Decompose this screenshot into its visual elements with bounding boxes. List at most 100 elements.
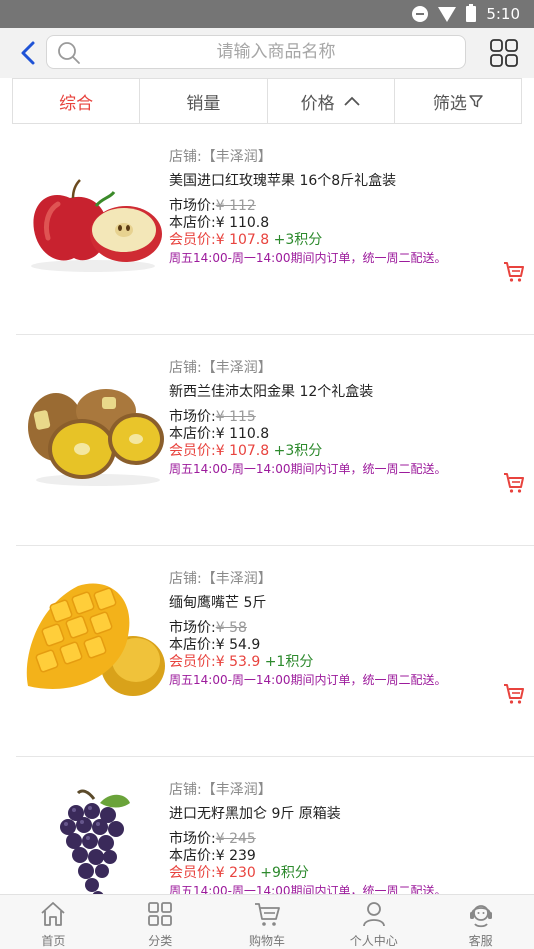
sort-tab-label: 销量 — [186, 93, 221, 114]
member-price: ¥ 230 — [215, 865, 256, 881]
market-price-label: 市场价: — [169, 831, 216, 847]
points-badge: +9积分 — [260, 865, 309, 881]
member-price-label: 会员价: — [169, 865, 216, 881]
status-bar: 5:10 — [0, 0, 534, 28]
member-price-label: 会员价: — [169, 443, 216, 459]
product-info: 店铺:【丰泽润】 缅甸鹰嘴芒 5斤 市场价:¥ 58 本店价:¥ 54.9 会员… — [169, 570, 529, 689]
back-arrow-icon[interactable] — [16, 40, 42, 66]
product-card[interactable]: 店铺:【丰泽润】 新西兰佳沛太阳金果 12个礼盒装 市场价:¥ 115 本店价:… — [16, 335, 534, 546]
sort-tab-comprehensive[interactable]: 综合 — [13, 79, 141, 123]
market-price-row: 市场价:¥ 115 — [169, 409, 529, 426]
product-list: 店铺:【丰泽润】 美国进口红玫瑰苹果 16个8斤礼盒装 市场价:¥ 112 本店… — [0, 124, 534, 894]
member-price-label: 会员价: — [169, 654, 216, 670]
sort-tab-filter[interactable]: 筛选 — [395, 79, 521, 123]
cart-icon — [254, 903, 280, 926]
member-price-row: 会员价:¥ 230 +9积分 — [169, 865, 529, 882]
delivery-note: 周五14:00-周一14:00期间内订单，统一周二配送。 — [169, 251, 447, 265]
sort-tab-price[interactable]: 价格 — [268, 79, 395, 123]
store-price: ¥ 110.8 — [215, 426, 270, 442]
market-price-label: 市场价: — [169, 198, 216, 214]
delivery-note: 周五14:00-周一14:00期间内订单，统一周二配送。 — [169, 673, 447, 687]
sort-tab-label: 综合 — [59, 93, 94, 114]
store-price: ¥ 54.9 — [215, 637, 261, 653]
tab-label: 客服 — [468, 934, 493, 948]
shop-name[interactable]: 店铺:【丰泽润】 — [169, 148, 529, 166]
shop-name[interactable]: 店铺:【丰泽润】 — [169, 570, 529, 588]
store-price: ¥ 110.8 — [215, 215, 270, 231]
do-not-disturb-icon — [412, 6, 429, 22]
delivery-note: 周五14:00-周一14:00期间内订单，统一周二配送。 — [169, 462, 447, 476]
sort-tab-label: 筛选 — [432, 93, 467, 114]
tab-label: 个人中心 — [349, 934, 398, 948]
chevron-up-icon — [343, 96, 360, 106]
store-price-label: 本店价: — [169, 215, 216, 231]
store-price-label: 本店价: — [169, 848, 216, 864]
points-badge: +3积分 — [273, 232, 323, 248]
product-image-apple[interactable] — [18, 154, 168, 284]
market-price-row: 市场价:¥ 112 — [169, 198, 529, 215]
store-price-row: 本店价:¥ 239 — [169, 848, 529, 865]
wifi-icon — [438, 7, 457, 22]
tab-category[interactable]: 分类 — [107, 895, 214, 949]
battery-icon — [466, 4, 477, 22]
home-icon — [41, 902, 65, 926]
status-time: 5:10 — [486, 5, 520, 23]
search-icon — [58, 42, 80, 64]
member-price-row: 会员价:¥ 53.9 +1积分 — [169, 654, 529, 671]
search-input[interactable] — [91, 36, 461, 68]
store-price-row: 本店价:¥ 54.9 — [169, 637, 529, 654]
tab-profile[interactable]: 个人中心 — [320, 895, 427, 949]
points-badge: +3积分 — [273, 443, 323, 459]
tab-home[interactable]: 首页 — [0, 895, 107, 949]
member-price: ¥ 107.8 — [215, 443, 270, 459]
bottom-tab-bar: 首页 分类 购物车 个人中心 客服 — [0, 894, 534, 949]
product-info: 店铺:【丰泽润】 进口无籽黑加仑 9斤 原箱装 市场价:¥ 245 本店价:¥ … — [169, 781, 529, 894]
store-price-label: 本店价: — [169, 426, 216, 442]
sort-bar: 综合 销量 价格 筛选 — [12, 78, 522, 124]
tab-label: 购物车 — [248, 934, 285, 948]
member-price: ¥ 107.8 — [215, 232, 270, 248]
product-card[interactable]: 店铺:【丰泽润】 缅甸鹰嘴芒 5斤 市场价:¥ 58 本店价:¥ 54.9 会员… — [16, 546, 534, 757]
product-name[interactable]: 新西兰佳沛太阳金果 12个礼盒装 — [169, 383, 529, 401]
market-price-row: 市场价:¥ 245 — [169, 831, 529, 848]
delivery-note: 周五14:00-周一14:00期间内订单，统一周二配送。 — [169, 884, 447, 894]
sort-tab-sales[interactable]: 销量 — [140, 79, 268, 123]
category-icon — [148, 902, 173, 926]
product-name[interactable]: 美国进口红玫瑰苹果 16个8斤礼盒装 — [169, 172, 529, 190]
store-price-row: 本店价:¥ 110.8 — [169, 215, 529, 232]
market-price: ¥ 58 — [215, 620, 247, 636]
market-price-row: 市场价:¥ 58 — [169, 620, 529, 637]
sort-tab-label: 价格 — [300, 93, 335, 114]
filter-icon — [469, 95, 483, 108]
product-card[interactable]: 店铺:【丰泽润】 美国进口红玫瑰苹果 16个8斤礼盒装 市场价:¥ 112 本店… — [16, 124, 534, 335]
member-price-row: 会员价:¥ 107.8 +3积分 — [169, 232, 529, 249]
product-card[interactable]: 店铺:【丰泽润】 进口无籽黑加仑 9斤 原箱装 市场价:¥ 245 本店价:¥ … — [16, 757, 534, 894]
product-image-golden-kiwi[interactable] — [18, 365, 168, 495]
product-image-mango[interactable] — [18, 576, 168, 706]
store-price-label: 本店价: — [169, 637, 216, 653]
product-info: 店铺:【丰泽润】 美国进口红玫瑰苹果 16个8斤礼盒装 市场价:¥ 112 本店… — [169, 148, 529, 267]
product-name[interactable]: 缅甸鹰嘴芒 5斤 — [169, 594, 529, 612]
member-price-row: 会员价:¥ 107.8 +3积分 — [169, 443, 529, 460]
tab-label: 分类 — [148, 934, 173, 948]
market-price: ¥ 112 — [215, 198, 256, 214]
customer-service-icon — [469, 905, 492, 928]
market-price-label: 市场价: — [169, 620, 216, 636]
member-price: ¥ 53.9 — [215, 654, 261, 670]
tab-customer-service[interactable]: 客服 — [427, 895, 534, 949]
market-price: ¥ 245 — [215, 831, 256, 847]
points-badge: +1积分 — [264, 654, 314, 670]
search-box — [46, 35, 466, 69]
shop-name[interactable]: 店铺:【丰泽润】 — [169, 359, 529, 377]
search-header — [0, 28, 534, 78]
market-price: ¥ 115 — [215, 409, 256, 425]
member-price-label: 会员价: — [169, 232, 216, 248]
shop-name[interactable]: 店铺:【丰泽润】 — [169, 781, 529, 799]
product-name[interactable]: 进口无籽黑加仑 9斤 原箱装 — [169, 805, 529, 823]
product-image-grapes[interactable] — [18, 787, 168, 894]
tab-cart[interactable]: 购物车 — [214, 895, 321, 949]
grid-view-icon[interactable] — [489, 38, 519, 68]
user-icon — [362, 902, 385, 927]
market-price-label: 市场价: — [169, 409, 216, 425]
store-price: ¥ 239 — [215, 848, 256, 864]
